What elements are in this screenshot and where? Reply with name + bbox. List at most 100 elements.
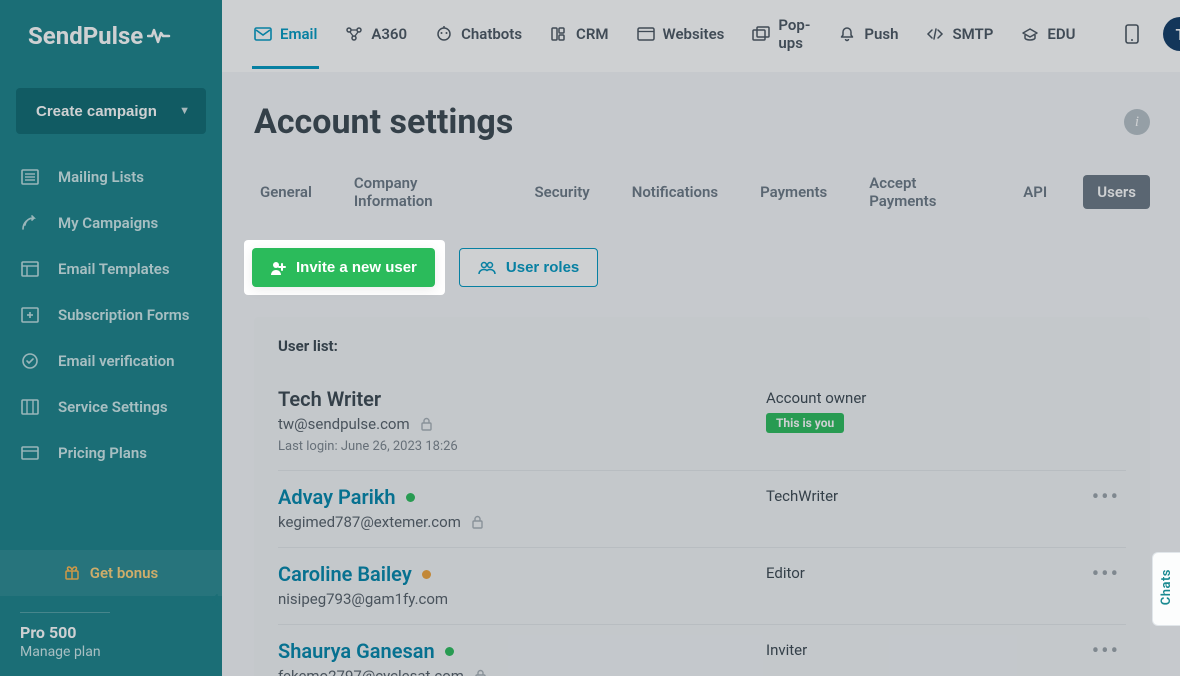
chats-tab[interactable]: Chats	[1152, 552, 1180, 626]
nav-label: SMTP	[952, 25, 993, 43]
row-menu-button[interactable]: •••	[1092, 562, 1120, 587]
invite-user-icon	[270, 260, 286, 276]
create-campaign-button[interactable]: Create campaign ▼	[16, 88, 206, 134]
sidebar-item-label: Email Templates	[58, 260, 170, 278]
sidebar-item-email-templates[interactable]: Email Templates	[0, 246, 222, 292]
nav-label: Websites	[663, 25, 725, 43]
settings-tabs: General Company Information Security Not…	[254, 166, 1150, 218]
pulse-icon	[147, 26, 171, 46]
bonus-label: Get bonus	[90, 564, 158, 582]
status-dot-icon	[422, 570, 431, 579]
brand-name: SendPulse	[28, 22, 143, 50]
nav-websites[interactable]: Websites	[635, 1, 727, 67]
sidebar-item-pricing-plans[interactable]: Pricing Plans	[0, 430, 222, 476]
gift-icon	[64, 565, 80, 581]
tab-security[interactable]: Security	[529, 175, 596, 209]
nav-label: EDU	[1047, 25, 1075, 43]
edu-icon	[1021, 27, 1039, 41]
mobile-icon[interactable]	[1125, 24, 1139, 44]
form-icon	[20, 307, 40, 323]
pricing-icon	[20, 445, 40, 461]
nav-a360[interactable]: A360	[343, 1, 409, 67]
lock-icon	[471, 515, 484, 529]
sidebar: SendPulse Create campaign ▼ Mailing List…	[0, 0, 222, 676]
user-row: Shaurya Ganesanfekemo2797@cyclesat.comIn…	[278, 624, 1126, 676]
tab-company[interactable]: Company Information	[348, 166, 499, 218]
user-list-title: User list:	[278, 337, 1126, 355]
crm-icon	[550, 26, 568, 42]
user-row: Advay Parikhkegimed787@extemer.comTechWr…	[278, 470, 1126, 547]
popup-icon	[752, 26, 770, 42]
user-row: Tech Writertw@sendpulse.comLast login: J…	[278, 373, 1126, 470]
sidebar-item-mailing-lists[interactable]: Mailing Lists	[0, 154, 222, 200]
web-icon	[637, 27, 655, 41]
get-bonus-button[interactable]: Get bonus	[0, 550, 222, 596]
brand-logo[interactable]: SendPulse	[28, 22, 171, 50]
tab-api[interactable]: API	[1017, 175, 1053, 209]
user-menu[interactable]: T ▼	[1163, 17, 1180, 51]
user-role: Editor	[766, 564, 1126, 582]
topbar: Email A360 Chatbots CRM Websites Pop-ups…	[222, 0, 1180, 72]
bell-icon	[838, 26, 856, 42]
tab-notifications[interactable]: Notifications	[626, 175, 724, 209]
nav-label: Push	[864, 25, 898, 43]
sidebar-item-service-settings[interactable]: Service Settings	[0, 384, 222, 430]
nav-email[interactable]: Email	[252, 1, 319, 67]
user-name[interactable]: Caroline Bailey	[278, 562, 431, 586]
sidebar-item-label: My Campaigns	[58, 214, 158, 232]
nav-edu[interactable]: EDU	[1019, 1, 1077, 67]
tab-users[interactable]: Users	[1083, 175, 1150, 209]
tab-payments[interactable]: Payments	[754, 175, 833, 209]
code-icon	[926, 27, 944, 41]
nav-label: Chatbots	[461, 25, 522, 43]
row-menu-button[interactable]: •••	[1092, 639, 1120, 664]
invite-label: Invite a new user	[296, 259, 417, 276]
sidebar-item-label: Pricing Plans	[58, 444, 147, 462]
nav-label: Email	[280, 25, 317, 43]
you-badge: This is you	[766, 413, 844, 433]
sidebar-item-label: Mailing Lists	[58, 168, 144, 186]
settings-icon	[20, 399, 40, 415]
last-login: Last login: June 26, 2023 18:26	[278, 439, 766, 454]
sidebar-item-label: Service Settings	[58, 398, 168, 416]
user-name[interactable]: Shaurya Ganesan	[278, 639, 454, 663]
a360-icon	[345, 26, 363, 42]
user-role: Account owner	[766, 389, 1126, 407]
tab-accept-payments[interactable]: Accept Payments	[863, 166, 987, 218]
user-email: fekemo2797@cyclesat.com	[278, 667, 766, 676]
tab-general[interactable]: General	[254, 175, 318, 209]
bot-icon	[435, 26, 453, 42]
sidebar-item-my-campaigns[interactable]: My Campaigns	[0, 200, 222, 246]
manage-plan-link[interactable]: Manage plan	[0, 642, 222, 676]
avatar-initial: T	[1176, 25, 1180, 44]
status-dot-icon	[445, 647, 454, 656]
sidebar-item-subscription-forms[interactable]: Subscription Forms	[0, 292, 222, 338]
roles-icon	[478, 261, 496, 275]
info-icon[interactable]: i	[1124, 109, 1150, 135]
nav-smtp[interactable]: SMTP	[924, 1, 995, 67]
lock-icon	[474, 669, 487, 676]
invite-highlight: Invite a new user	[244, 240, 445, 295]
nav-label: Pop-ups	[778, 16, 810, 52]
divider	[20, 612, 110, 613]
nav-chatbots[interactable]: Chatbots	[433, 1, 524, 67]
avatar: T	[1163, 17, 1180, 51]
nav-crm[interactable]: CRM	[548, 1, 610, 67]
email-icon	[254, 27, 272, 41]
nav-popups[interactable]: Pop-ups	[750, 0, 812, 76]
plan-name: Pro 500	[0, 623, 222, 642]
user-name[interactable]: Advay Parikh	[278, 485, 415, 509]
row-menu-button[interactable]: •••	[1092, 485, 1120, 510]
logo-area: SendPulse	[0, 0, 222, 72]
user-list-panel: User list: Tech Writertw@sendpulse.comLa…	[254, 317, 1150, 676]
list-icon	[20, 169, 40, 185]
lock-icon	[420, 417, 433, 431]
invite-user-button[interactable]: Invite a new user	[252, 248, 435, 287]
sidebar-item-email-verification[interactable]: Email verification	[0, 338, 222, 384]
nav-push[interactable]: Push	[836, 1, 900, 67]
user-roles-button[interactable]: User roles	[459, 248, 598, 287]
chats-label: Chats	[1159, 569, 1174, 605]
user-row: Caroline Baileynisipeg793@gam1fy.comEdit…	[278, 547, 1126, 624]
status-dot-icon	[406, 493, 415, 502]
sidebar-item-label: Subscription Forms	[58, 306, 189, 324]
